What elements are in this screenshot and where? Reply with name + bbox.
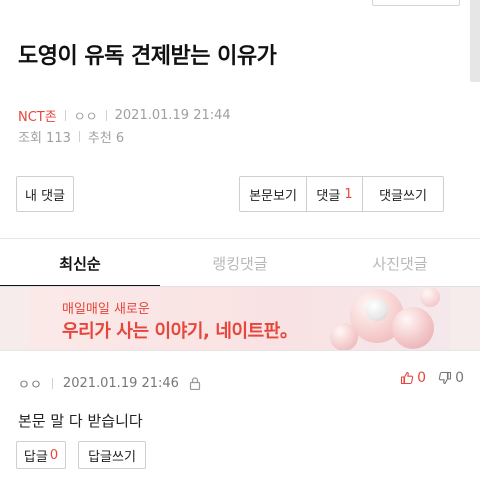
write-comment-label: 댓글쓰기 <box>379 188 427 204</box>
lock-icon[interactable] <box>189 377 201 390</box>
reply-label: 답글 <box>23 449 48 465</box>
divider <box>51 378 53 389</box>
dislike-button[interactable]: 0 <box>438 370 464 386</box>
tab-ranking[interactable]: 랭킹댓글 <box>160 239 320 287</box>
write-comment-button[interactable]: 댓글쓰기 <box>362 176 444 212</box>
promo-banner[interactable]: 매일매일 새로운 우리가 사는 이야기, 네이트판。 <box>0 287 480 350</box>
recommend-count: 추천 6 <box>87 131 125 146</box>
banner-subtitle: 매일매일 새로운 <box>62 302 150 317</box>
pearl-decoration <box>392 307 434 349</box>
post-title: 도영이 유독 견제받는 이유가 <box>18 44 277 69</box>
post-date: 2021.01.19 21:44 <box>114 108 231 123</box>
my-comments-button[interactable]: 내 댓글 <box>16 176 74 212</box>
board-name-link[interactable]: NCT존 <box>18 106 57 125</box>
banner-title: 우리가 사는 이야기, 네이트판。 <box>62 321 298 342</box>
pearl-decoration <box>420 287 440 307</box>
thumbs-down-icon <box>438 371 452 385</box>
comments-label: 댓글 <box>316 188 341 204</box>
thumbs-up-icon <box>400 371 414 385</box>
tab-photo[interactable]: 사진댓글 <box>320 239 480 287</box>
like-count: 0 <box>417 370 427 386</box>
pearl-decoration <box>330 323 358 350</box>
view-count: 조회 113 <box>18 131 71 146</box>
comments-count: 1 <box>344 186 353 202</box>
tab-latest[interactable]: 최신순 <box>0 239 160 287</box>
comment-sort-tabs: 최신순 랭킹댓글 사진댓글 <box>0 239 480 287</box>
top-partial-button[interactable] <box>372 0 460 6</box>
dislike-count: 0 <box>455 370 464 386</box>
comment-meta: ㅇㅇ 2021.01.19 21:46 <box>18 374 201 393</box>
view-post-label: 본문보기 <box>249 188 297 204</box>
divider <box>64 110 66 121</box>
reply-count: 0 <box>49 447 59 463</box>
reply-button[interactable]: 답글 0 <box>16 441 66 469</box>
post-action-group: 본문보기 댓글 1 댓글쓰기 <box>239 176 444 212</box>
comment-votes: 0 0 <box>400 370 464 386</box>
comment-body: 본문 말 다 받습니다 <box>18 412 143 430</box>
comment-date: 2021.01.19 21:46 <box>62 376 179 391</box>
divider <box>78 131 80 142</box>
post-meta: NCT존 ㅇㅇ 2021.01.19 21:44 <box>18 106 231 125</box>
like-button[interactable]: 0 <box>400 370 426 386</box>
divider <box>105 110 107 121</box>
post-stats: 조회 113 추천 6 <box>18 127 124 146</box>
view-post-button[interactable]: 본문보기 <box>239 176 307 212</box>
comments-button[interactable]: 댓글 1 <box>306 176 363 212</box>
pearl-decoration <box>366 299 388 321</box>
comment-divider <box>0 350 480 351</box>
write-reply-button[interactable]: 답글쓰기 <box>78 441 146 469</box>
comment-author: ㅇㅇ <box>18 378 42 393</box>
author-name: ㅇㅇ <box>73 110 98 125</box>
scrollbar[interactable] <box>470 0 480 82</box>
